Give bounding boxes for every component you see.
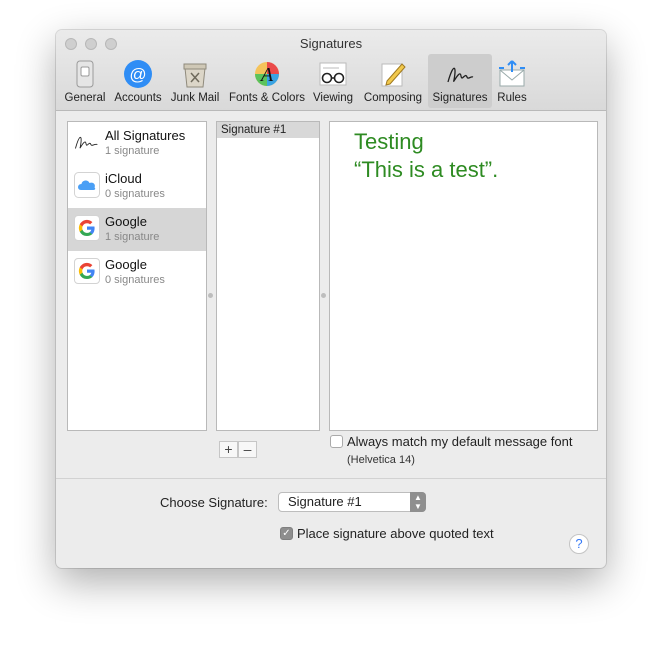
choose-signature-label: Choose Signature:	[160, 495, 268, 510]
toolbar-label: Signatures	[432, 92, 488, 104]
signature-list-item[interactable]: Signature #1	[217, 122, 319, 138]
toolbar-fonts-colors[interactable]: A Fonts & Colors	[227, 54, 307, 108]
font-hint: (Helvetica 14)	[347, 454, 415, 466]
toolbar-label: Fonts & Colors	[228, 92, 306, 104]
add-signature-button[interactable]: +	[219, 441, 238, 458]
choose-signature-select[interactable]: Signature #1 ▲ ▼	[278, 492, 426, 512]
toolbar-junk-mail[interactable]: Junk Mail	[168, 54, 222, 108]
signature-icon	[447, 67, 474, 83]
google-icon	[74, 215, 100, 241]
account-name: Google	[105, 257, 147, 272]
signatures-list[interactable]: Signature #1	[216, 121, 320, 431]
cloud-icon	[74, 172, 100, 198]
toolbar-viewing[interactable]: Viewing	[310, 54, 356, 108]
toolbar-label: General	[64, 92, 106, 104]
account-signature-count: 0 signatures	[105, 274, 165, 286]
place-above-checkbox[interactable]: ✓	[280, 527, 293, 540]
account-signature-count: 1 signature	[105, 145, 160, 157]
choose-signature-value: Signature #1	[288, 494, 362, 509]
account-name: iCloud	[105, 171, 142, 186]
account-row-all-signatures[interactable]: All Signatures 1 signature	[68, 122, 206, 165]
account-row-google-selected[interactable]: Google 1 signature	[68, 208, 206, 251]
pencil-paper-icon	[381, 63, 406, 87]
help-button[interactable]: ?	[569, 534, 589, 554]
preferences-window: Signatures General @ Accounts Junk Mail …	[56, 30, 606, 568]
toolbar-signatures[interactable]: Signatures	[428, 54, 492, 108]
match-font-label: Always match my default message font	[347, 434, 573, 449]
signature-text-line-1: Testing	[354, 129, 424, 154]
signature-icon	[75, 136, 98, 149]
splitter-handle[interactable]	[321, 293, 326, 298]
glasses-icon	[319, 62, 347, 86]
svg-text:A: A	[259, 64, 274, 86]
toolbar-rules[interactable]: Rules	[494, 54, 530, 108]
section-divider	[56, 478, 606, 479]
title-bar: Signatures General @ Accounts Junk Mail …	[56, 30, 606, 111]
google-icon	[74, 258, 100, 284]
at-sign-icon: @	[124, 60, 152, 88]
toolbar-label: Rules	[497, 92, 527, 104]
svg-text:@: @	[129, 65, 146, 84]
account-name: All Signatures	[105, 128, 186, 143]
switch-icon	[76, 60, 94, 88]
rules-envelope-icon	[499, 60, 525, 87]
account-signature-count: 0 signatures	[105, 188, 165, 200]
toolbar-general[interactable]: General	[61, 54, 109, 108]
toolbar-label: Composing	[363, 92, 423, 104]
toolbar-label: Junk Mail	[170, 92, 220, 104]
chevron-up-down-icon: ▲ ▼	[410, 492, 426, 512]
toolbar-label: Accounts	[114, 92, 162, 104]
account-row-icloud[interactable]: iCloud 0 signatures	[68, 165, 206, 208]
splitter-handle[interactable]	[208, 293, 213, 298]
signature-text-line-2: “This is a test”.	[354, 157, 499, 182]
toolbar-accounts[interactable]: @ Accounts	[111, 54, 165, 108]
place-above-label: Place signature above quoted text	[297, 526, 494, 541]
account-signature-count: 1 signature	[105, 231, 160, 243]
accounts-list[interactable]: All Signatures 1 signature iCloud 0 sign…	[67, 121, 207, 431]
account-row-google[interactable]: Google 0 signatures	[68, 251, 206, 294]
match-font-checkbox[interactable]	[330, 435, 343, 448]
window-title: Signatures	[299, 36, 363, 51]
signature-editor[interactable]: Testing “This is a test”.	[329, 121, 598, 431]
toolbar-composing[interactable]: Composing	[361, 54, 425, 108]
account-name: Google	[105, 214, 147, 229]
font-palette-icon: A	[255, 62, 279, 86]
toolbar-label: Viewing	[312, 92, 354, 104]
junk-bin-icon	[183, 63, 207, 88]
remove-signature-button[interactable]: –	[238, 441, 257, 458]
